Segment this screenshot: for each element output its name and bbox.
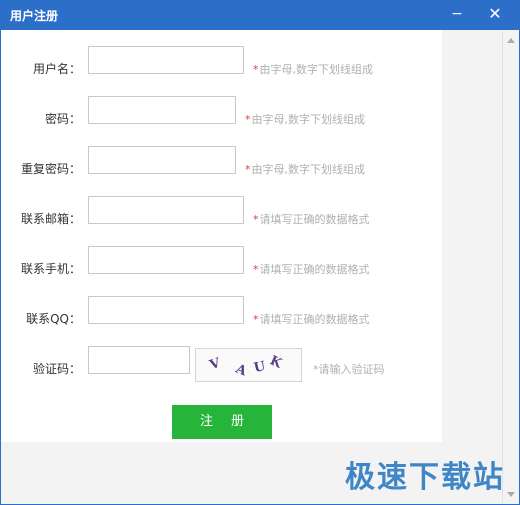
email-field[interactable] [88, 196, 244, 224]
username-field[interactable] [88, 46, 244, 74]
phone-hint: *请填写正确的数据格式 [253, 263, 370, 276]
password-hint: *由字母,数字下划线组成 [245, 113, 365, 126]
email-label: 联系邮箱： [20, 212, 81, 226]
captcha-char: A [233, 361, 249, 380]
captcha-field[interactable] [88, 346, 190, 374]
qq-label: 联系QQ： [26, 312, 81, 326]
repeat-password-field[interactable] [88, 146, 236, 174]
scroll-down-icon[interactable] [507, 492, 515, 497]
minimize-button[interactable]: − [446, 3, 468, 25]
qq-hint: *请填写正确的数据格式 [253, 313, 370, 326]
qq-field[interactable] [88, 296, 244, 324]
window-title: 用户注册 [10, 9, 59, 23]
captcha-char: K [267, 353, 284, 372]
username-label: 用户名： [32, 62, 81, 76]
phone-label: 联系手机： [20, 262, 81, 276]
watermark-text: 极速下载站 [345, 460, 505, 495]
repeat-password-hint: *由字母,数字下划线组成 [245, 163, 365, 176]
captcha-char: U [252, 358, 267, 377]
vertical-scrollbar[interactable] [502, 32, 519, 503]
password-field[interactable] [88, 96, 236, 124]
close-button[interactable]: ✕ [484, 3, 506, 25]
captcha-image[interactable]: V A U K [195, 348, 302, 382]
password-label: 密码： [44, 112, 81, 126]
username-hint: *由字母,数字下划线组成 [253, 63, 373, 76]
title-bar[interactable]: 用户注册 − ✕ [0, 0, 520, 30]
phone-field[interactable] [88, 246, 244, 274]
scroll-up-icon[interactable] [507, 38, 515, 43]
captcha-hint: *请输入验证码 [313, 363, 385, 376]
repeat-password-label: 重复密码： [20, 162, 81, 176]
captcha-label: 验证码： [32, 362, 81, 376]
register-button[interactable]: 注册 [172, 405, 272, 439]
email-hint: *请填写正确的数据格式 [253, 213, 370, 226]
captcha-char: V [207, 355, 223, 374]
